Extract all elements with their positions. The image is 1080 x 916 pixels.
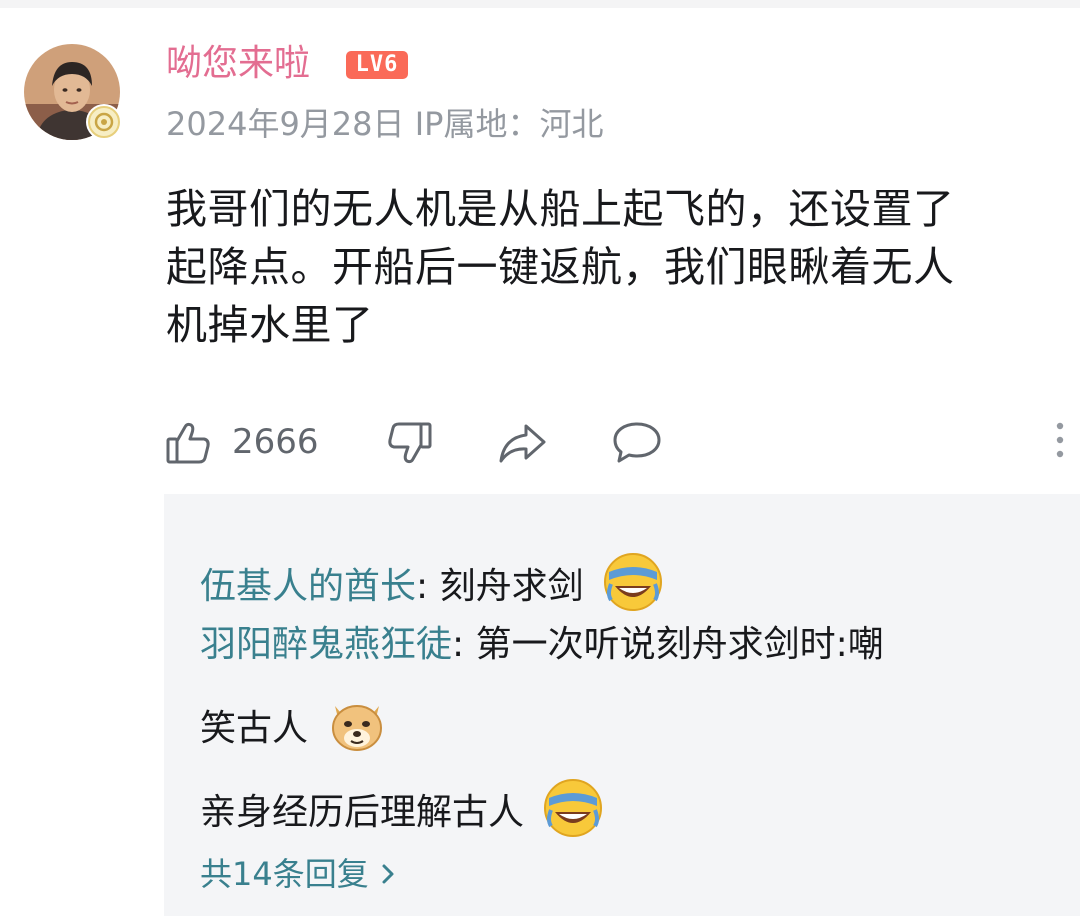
view-more-replies-link[interactable]: 共14条回复 <box>200 854 397 894</box>
comment-meta: 2024年9月28日 IP属地：河北 <box>166 104 603 144</box>
replies-panel: 伍基人的酋长: 刻舟求剑 羽阳醉鬼燕狂徒: 第一次听说刻舟求剑时:嘲 笑古人 亲… <box>164 494 1080 916</box>
comment-username[interactable]: 呦您来啦 <box>166 42 310 86</box>
like-count: 2666 <box>232 422 319 462</box>
crying-laughing-emoji-icon <box>601 550 665 626</box>
reply-item: 笑古人 <box>200 692 389 768</box>
comment-icon[interactable] <box>610 418 664 472</box>
thumbs-up-icon[interactable] <box>164 418 214 472</box>
crying-laughing-emoji-icon <box>541 776 605 852</box>
comment-date: 2024年9月28日 <box>166 105 405 143</box>
comment-line: 机掉水里了 <box>166 301 374 349</box>
reply-username[interactable]: 羽阳醉鬼燕狂徒 <box>200 624 452 665</box>
avatar-badge-icon <box>86 104 122 140</box>
chevron-right-icon <box>379 855 397 893</box>
doge-emoji-icon <box>325 692 389 768</box>
thumbs-down-icon[interactable] <box>384 420 434 474</box>
level-badge: LV6 <box>346 51 408 79</box>
top-divider <box>0 0 1080 8</box>
share-icon[interactable] <box>496 420 550 470</box>
comment-action-bar: 2666 <box>0 410 1080 476</box>
reply-item: 伍基人的酋长: 刻舟求剑 <box>200 550 665 626</box>
more-icon[interactable] <box>1050 416 1070 470</box>
reply-text: : 刻舟求剑 <box>416 566 584 607</box>
reply-item: 羽阳醉鬼燕狂徒: 第一次听说刻舟求剑时:嘲 <box>200 622 884 668</box>
ip-location: IP属地：河北 <box>414 105 604 143</box>
reply-username[interactable]: 伍基人的酋长 <box>200 566 416 607</box>
reply-text: 笑古人 <box>200 708 309 749</box>
reply-item: 亲身经历后理解古人 <box>200 776 605 852</box>
reply-text: 亲身经历后理解古人 <box>200 792 525 833</box>
comment-line: 起降点。开船后一键返航，我们眼瞅着无人 <box>166 243 955 291</box>
comment-line: 我哥们的无人机是从船上起飞的，还设置了 <box>166 185 955 233</box>
comment-text: 我哥们的无人机是从船上起飞的，还设置了 起降点。开船后一键返航，我们眼瞅着无人 … <box>166 180 1066 354</box>
more-replies-text: 共14条回复 <box>200 855 369 893</box>
reply-text: : 第一次听说刻舟求剑时:嘲 <box>452 624 884 665</box>
